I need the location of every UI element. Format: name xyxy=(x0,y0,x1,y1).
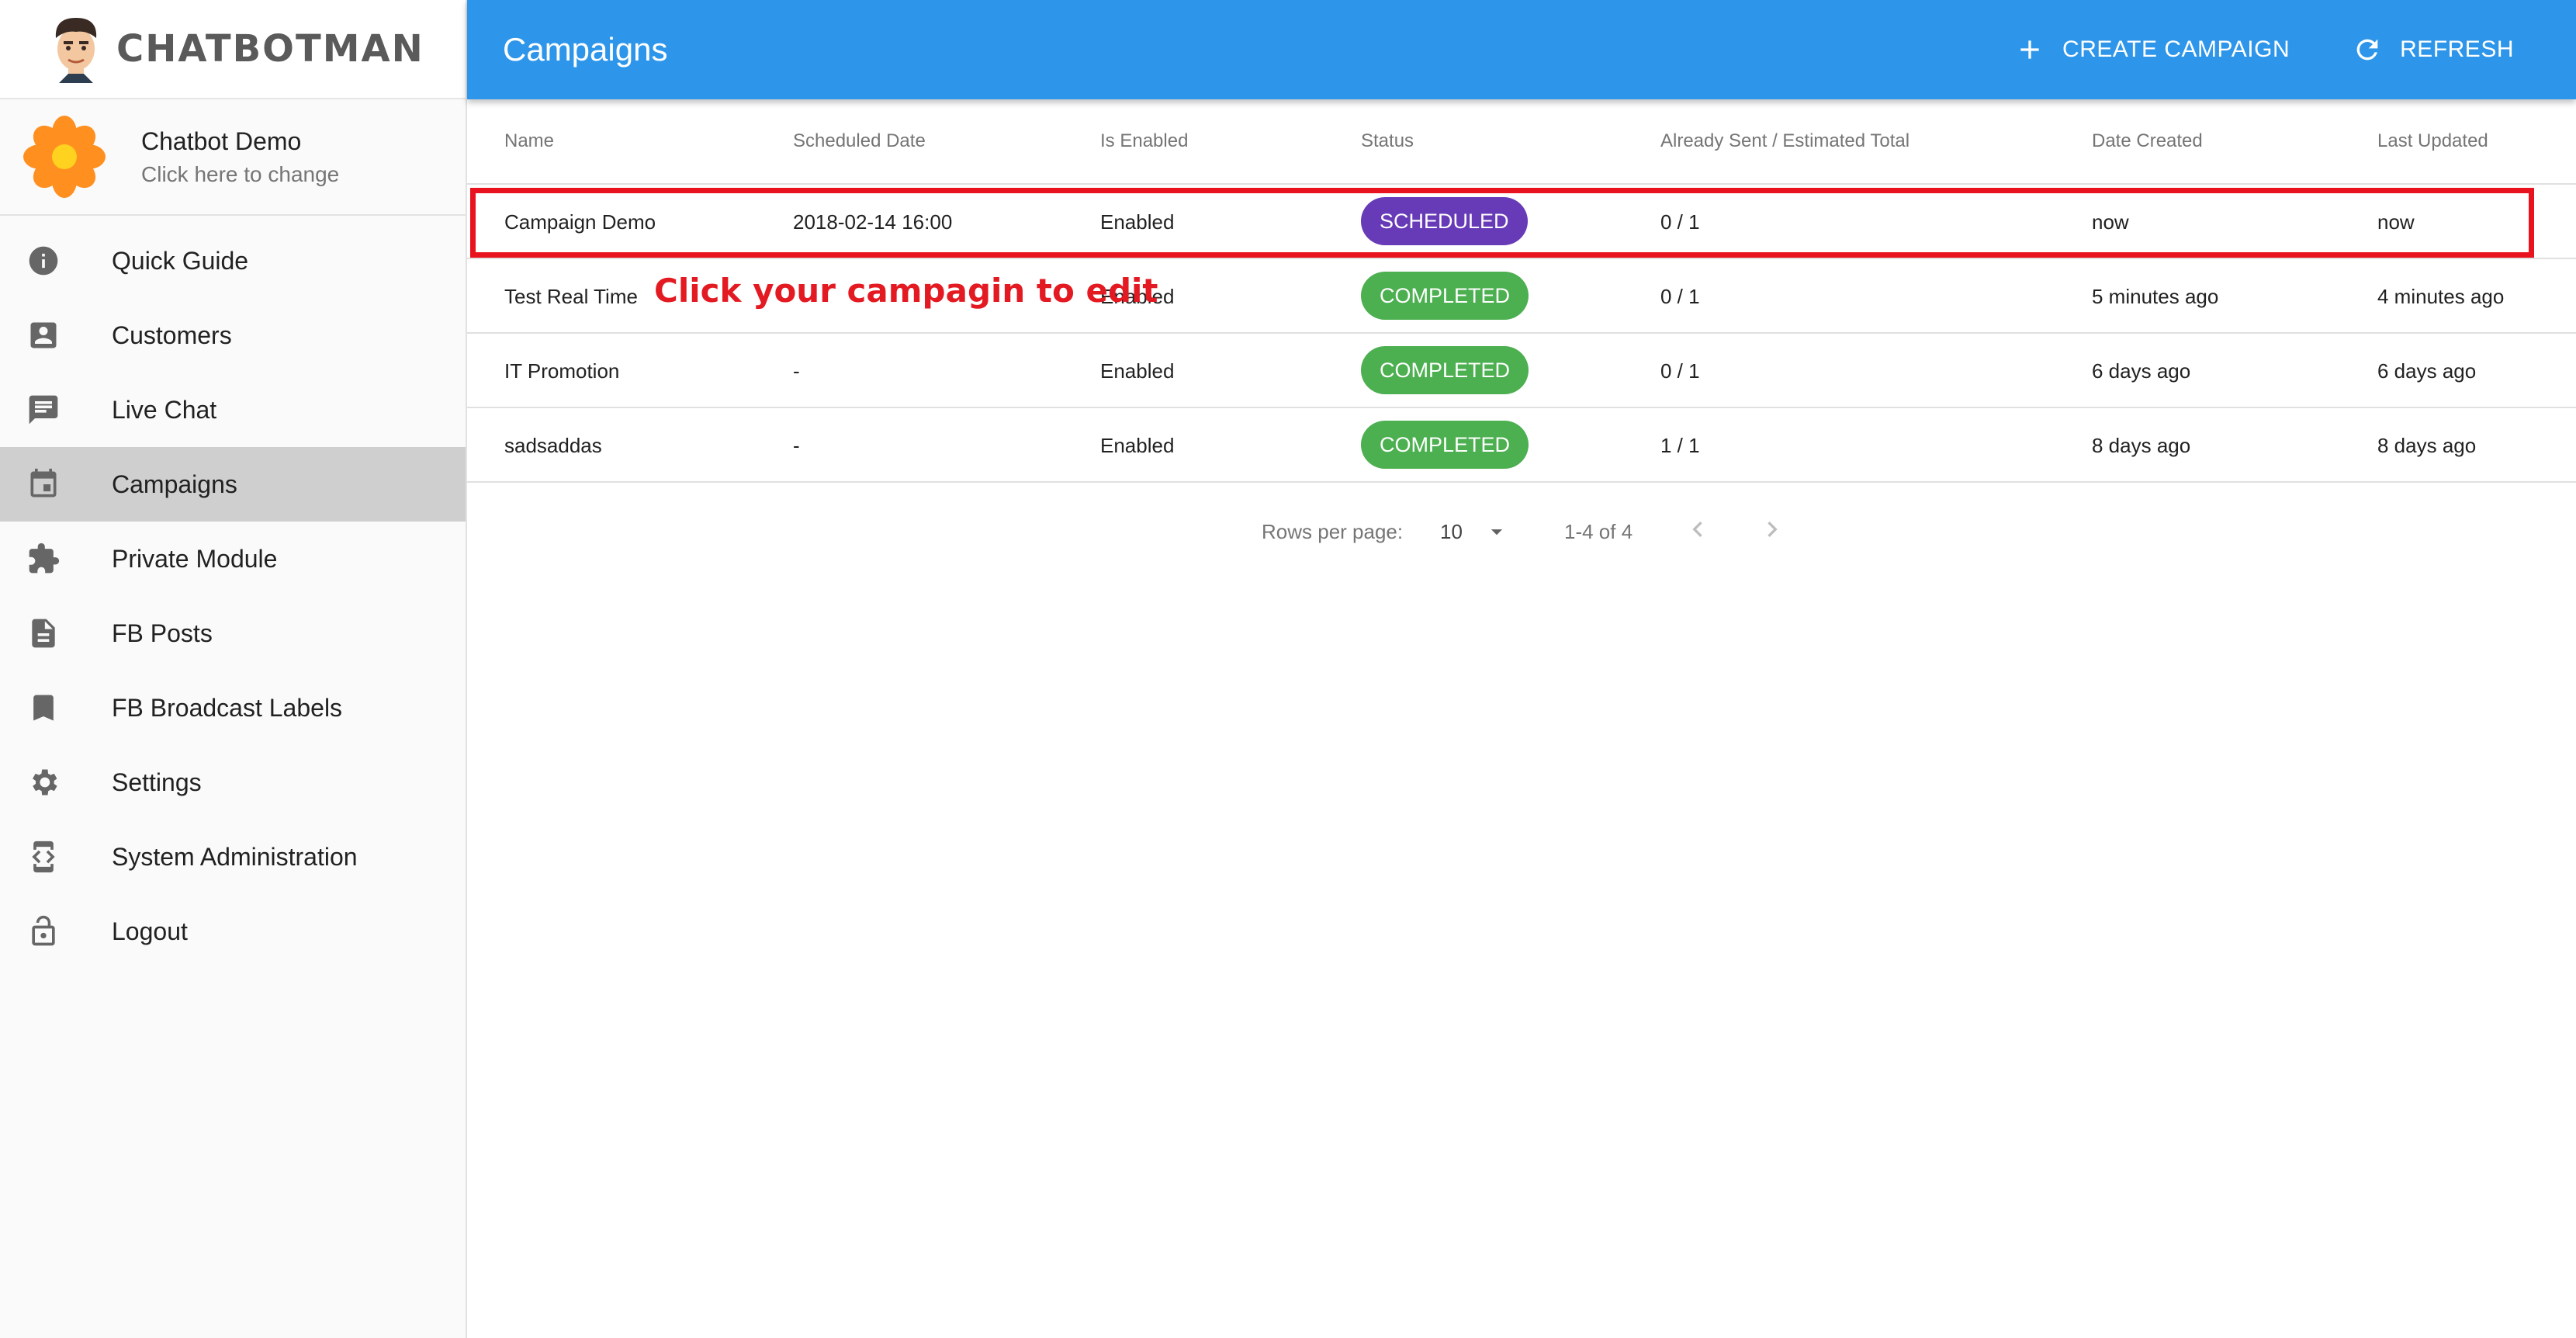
sidebar-item-label: FB Posts xyxy=(112,619,213,647)
sidebar-item-label: FB Broadcast Labels xyxy=(112,693,343,722)
sidebar-item-customers[interactable]: Customers xyxy=(0,298,466,373)
column-header-date-created[interactable]: Date Created xyxy=(2092,130,2203,152)
sidebar-item-logout[interactable]: Logout xyxy=(0,894,466,969)
sidebar-item-settings[interactable]: Settings xyxy=(0,745,466,820)
lock-icon xyxy=(25,913,62,950)
cell-name: sadsaddas xyxy=(504,434,602,457)
bot-change-hint: Click here to change xyxy=(141,161,340,186)
rows-per-page-select[interactable]: 10 xyxy=(1440,520,1463,544)
cell-last-updated: 8 days ago xyxy=(2377,434,2477,457)
status-badge: COMPLETED xyxy=(1361,421,1529,469)
cell-sent-total: 0 / 1 xyxy=(1660,210,1700,234)
sidebar-item-label: System Administration xyxy=(112,842,358,871)
bot-name: Chatbot Demo xyxy=(141,127,302,155)
table-row[interactable]: Campaign Demo 2018-02-14 16:00 Enabled S… xyxy=(467,185,2576,259)
column-header-is-enabled[interactable]: Is Enabled xyxy=(1100,130,1188,152)
pagination: Rows per page: 10 1-4 of 4 xyxy=(467,497,2576,567)
document-icon xyxy=(25,615,62,652)
sidebar-item-campaigns[interactable]: Campaigns xyxy=(0,447,466,522)
cell-scheduled-date: - xyxy=(793,359,800,383)
sidebar-item-fb-broadcast-labels[interactable]: FB Broadcast Labels xyxy=(0,671,466,745)
status-badge: SCHEDULED xyxy=(1361,197,1528,245)
info-icon xyxy=(25,242,62,279)
puzzle-icon xyxy=(25,540,62,577)
column-header-status[interactable]: Status xyxy=(1361,130,1414,152)
cell-last-updated: 6 days ago xyxy=(2377,359,2477,383)
cell-name: IT Promotion xyxy=(504,359,620,383)
flower-avatar-icon xyxy=(23,116,106,198)
chatbotman-logo xyxy=(55,18,97,83)
sidebar-item-label: Customers xyxy=(112,321,232,349)
sidebar-item-live-chat[interactable]: Live Chat xyxy=(0,373,466,447)
sidebar-item-label: Private Module xyxy=(112,544,278,573)
cell-sent-total: 0 / 1 xyxy=(1660,285,1700,308)
sidebar-item-label: Logout xyxy=(112,917,188,945)
status-badge: COMPLETED xyxy=(1361,272,1529,320)
sidebar-item-label: Campaigns xyxy=(112,470,237,498)
sidebar-item-fb-posts[interactable]: FB Posts xyxy=(0,596,466,671)
sidebar-item-quick-guide[interactable]: Quick Guide xyxy=(0,224,466,298)
cell-date-created: now xyxy=(2092,210,2129,234)
calendar-icon xyxy=(25,466,62,503)
app-bar: Campaigns CREATE CAMPAIGN REFRESH xyxy=(467,0,2576,99)
status-badge: COMPLETED xyxy=(1361,346,1529,394)
cell-date-created: 8 days ago xyxy=(2092,434,2191,457)
create-campaign-label: CREATE CAMPAIGN xyxy=(2062,36,2290,62)
sidebar-item-system-administration[interactable]: System Administration xyxy=(0,820,466,894)
cell-date-created: 6 days ago xyxy=(2092,359,2191,383)
cell-scheduled-date: 2018-02-14 16:00 xyxy=(793,210,953,234)
annotation-callout: Click your campagin to edit xyxy=(654,272,1158,310)
sidebar-item-private-module[interactable]: Private Module xyxy=(0,522,466,596)
cell-scheduled-date: - xyxy=(793,434,800,457)
cell-is-enabled: Enabled xyxy=(1100,210,1175,234)
rows-per-page-label: Rows per page: xyxy=(1262,520,1404,543)
sidebar-nav: Quick Guide Customers Live Chat Campaign… xyxy=(0,216,466,969)
brand-name: CHATBOTMAN xyxy=(116,27,424,71)
sidebar: CHATBOTMAN Chatbot Demo Click here to ch… xyxy=(0,0,467,1338)
contact-icon xyxy=(25,317,62,354)
column-header-sent-total[interactable]: Already Sent / Estimated Total xyxy=(1660,130,1909,152)
sidebar-item-label: Live Chat xyxy=(112,395,217,424)
chevron-right-icon[interactable] xyxy=(1757,514,1788,545)
plus-icon xyxy=(2020,40,2039,59)
table-header: Name Scheduled Date Is Enabled Status Al… xyxy=(467,99,2576,185)
cell-last-updated: now xyxy=(2377,210,2415,234)
refresh-button[interactable]: REFRESH xyxy=(2352,34,2514,65)
sidebar-item-label: Quick Guide xyxy=(112,246,249,275)
create-campaign-button[interactable]: CREATE CAMPAIGN xyxy=(2014,34,2290,65)
cell-last-updated: 4 minutes ago xyxy=(2377,285,2505,308)
refresh-label: REFRESH xyxy=(2400,36,2514,62)
dropdown-arrow-icon[interactable] xyxy=(1484,518,1510,545)
gear-icon xyxy=(25,764,62,801)
cell-sent-total: 1 / 1 xyxy=(1660,434,1700,457)
developer-icon xyxy=(25,838,62,875)
bot-selector[interactable]: Chatbot Demo Click here to change xyxy=(0,99,466,216)
cell-is-enabled: Enabled xyxy=(1100,359,1175,383)
table-row[interactable]: sadsaddas - Enabled COMPLETED 1 / 1 8 da… xyxy=(467,408,2576,483)
table-row[interactable]: IT Promotion - Enabled COMPLETED 0 / 1 6… xyxy=(467,334,2576,408)
chat-icon xyxy=(25,391,62,428)
column-header-scheduled-date[interactable]: Scheduled Date xyxy=(793,130,926,152)
column-header-name[interactable]: Name xyxy=(504,130,554,152)
bookmark-icon xyxy=(25,689,62,726)
cell-sent-total: 0 / 1 xyxy=(1660,359,1700,383)
column-header-last-updated[interactable]: Last Updated xyxy=(2377,130,2488,152)
cell-date-created: 5 minutes ago xyxy=(2092,285,2219,308)
cell-name: Campaign Demo xyxy=(504,210,656,234)
cell-name: Test Real Time xyxy=(504,285,638,308)
refresh-icon xyxy=(2356,39,2378,61)
sidebar-item-label: Settings xyxy=(112,768,202,796)
page-title: Campaigns xyxy=(503,31,668,68)
chevron-left-icon[interactable] xyxy=(1682,514,1713,545)
brand-header: CHATBOTMAN xyxy=(0,0,466,99)
cell-is-enabled: Enabled xyxy=(1100,434,1175,457)
pagination-range: 1-4 of 4 xyxy=(1564,520,1633,543)
